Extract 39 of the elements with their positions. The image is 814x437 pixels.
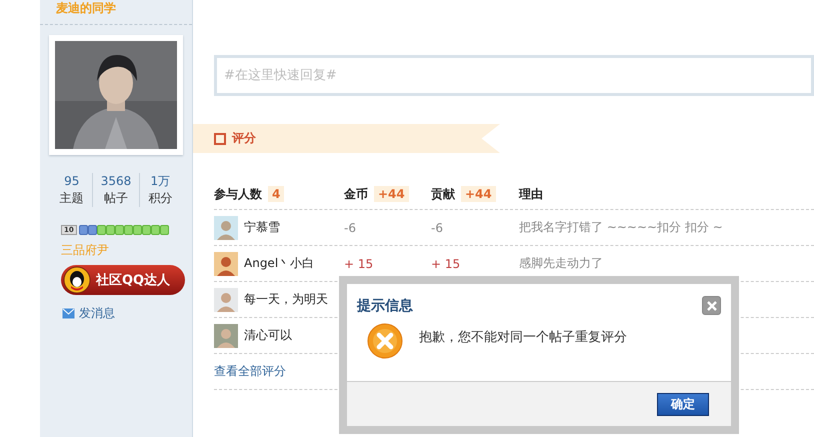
stat-label: 积分 xyxy=(148,190,172,207)
close-icon xyxy=(706,300,716,310)
rank-title: 三品府尹 xyxy=(61,242,109,259)
column-header: 参与人数 xyxy=(214,186,262,202)
medal-label: 社区QQ达人 xyxy=(96,272,170,289)
count-badge: 4 xyxy=(268,186,284,202)
table-cell: + 15 xyxy=(344,256,374,270)
count-badge: +44 xyxy=(461,186,496,202)
table-cell: 感脚先走动力了 xyxy=(519,255,603,272)
dialog-message: 抱歉，您不能对同一个帖子重复评分 xyxy=(419,329,627,346)
stat-value[interactable]: 1万 xyxy=(150,173,170,190)
stat-value[interactable]: 95 xyxy=(64,173,80,190)
stat-label: 帖子 xyxy=(104,190,128,207)
message-link[interactable]: 发消息 xyxy=(79,305,115,322)
level-blocks-icon xyxy=(78,225,169,235)
count-badge: +44 xyxy=(374,186,409,202)
reply-field[interactable]: #在这里快速回复# xyxy=(214,55,814,96)
penguin-icon xyxy=(63,266,91,294)
square-icon xyxy=(214,132,226,144)
section-title: 评分 xyxy=(232,130,256,147)
envelope-icon xyxy=(62,308,75,319)
column-header: 贡献 xyxy=(431,186,455,202)
view-all-link[interactable]: 查看全部评分 xyxy=(214,363,286,380)
user-link[interactable]: 每一天，为明天 xyxy=(244,291,328,308)
close-button[interactable] xyxy=(702,296,721,315)
column-header: 金币 xyxy=(344,186,368,202)
user-link[interactable]: 清心可以 xyxy=(244,327,292,344)
column-header: 理由 xyxy=(519,186,543,202)
stat-label: 主题 xyxy=(60,190,84,207)
dialog-title: 提示信息 xyxy=(357,296,413,314)
table-cell: 把我名字打错了 ~~~~~扣分 扣分 ~ xyxy=(519,219,723,236)
user-link[interactable]: Angel丶小白 xyxy=(244,255,314,272)
user-link[interactable]: 宁慕雪 xyxy=(244,219,280,236)
table-cell: -6 xyxy=(344,220,356,234)
ok-button[interactable]: 确定 xyxy=(657,392,709,416)
error-icon xyxy=(367,323,403,359)
table-cell: + 15 xyxy=(431,256,460,270)
stat-value[interactable]: 3568 xyxy=(100,173,132,190)
table-cell: -6 xyxy=(431,220,443,234)
